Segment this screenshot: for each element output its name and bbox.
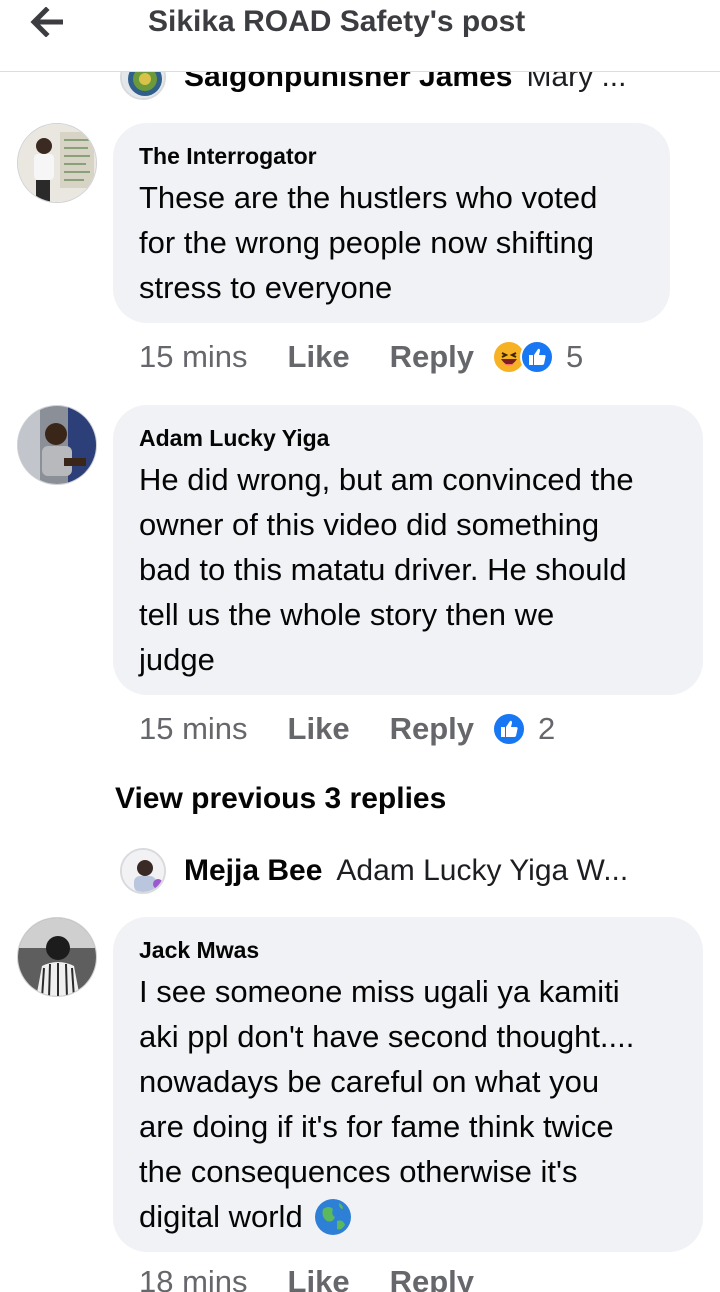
comments-page: Sikika ROAD Safety's post Saigonpunisher…: [0, 0, 720, 1292]
like-button[interactable]: Like: [288, 711, 350, 747]
comment-actions: 15 mins Like Reply 2: [139, 711, 555, 747]
globe-icon: [313, 1197, 353, 1237]
avatar[interactable]: [17, 917, 97, 997]
like-button[interactable]: Like: [288, 339, 350, 375]
reply-button[interactable]: Reply: [390, 711, 474, 747]
comment-bubble: Jack Mwas I see someone miss ugali ya ka…: [113, 917, 703, 1252]
reaction-count: 2: [538, 711, 556, 746]
app-header: Sikika ROAD Safety's post: [0, 0, 720, 72]
avatar[interactable]: [17, 123, 97, 203]
collapsed-reply[interactable]: Mejja Bee Adam Lucky Yiga W...: [120, 848, 628, 894]
comment-author[interactable]: The Interrogator: [139, 143, 644, 169]
comment-text: He did wrong, but am convinced the owner…: [139, 462, 634, 677]
reply-button[interactable]: Reply: [390, 1264, 474, 1292]
reactions-summary[interactable]: [492, 340, 554, 374]
comment-author[interactable]: Adam Lucky Yiga: [139, 425, 677, 451]
reactions-summary[interactable]: [492, 712, 526, 746]
like-icon: [520, 340, 554, 374]
reply-preview: Adam Lucky Yiga W...: [336, 854, 629, 887]
comment-author[interactable]: Jack Mwas: [139, 937, 677, 963]
comment-text: These are the hustlers who voted for the…: [139, 180, 598, 305]
comment-text: I see someone miss ugali ya kamiti aki p…: [139, 969, 677, 1239]
page-title: Sikika ROAD Safety's post: [148, 5, 526, 38]
reply-button[interactable]: Reply: [390, 339, 474, 375]
like-icon: [492, 712, 526, 746]
avatar: [120, 848, 166, 894]
like-button[interactable]: Like: [288, 1264, 350, 1292]
back-arrow-icon: [30, 7, 63, 37]
comment-time: 15 mins: [139, 711, 248, 746]
comment-time: 15 mins: [139, 339, 248, 374]
reaction-count: 5: [566, 339, 584, 374]
reply-author[interactable]: Mejja Bee: [184, 854, 322, 888]
comment-actions: 18 mins Like Reply: [139, 1264, 492, 1292]
avatar[interactable]: [17, 405, 97, 485]
back-button[interactable]: [22, 0, 74, 44]
comment-actions: 15 mins Like Reply 5: [139, 339, 583, 375]
comment-bubble: The Interrogator These are the hustlers …: [113, 123, 670, 323]
comment-bubble: Adam Lucky Yiga He did wrong, but am con…: [113, 405, 703, 695]
comment-time: 18 mins: [139, 1264, 248, 1292]
view-previous-replies-link[interactable]: View previous 3 replies: [115, 782, 446, 816]
